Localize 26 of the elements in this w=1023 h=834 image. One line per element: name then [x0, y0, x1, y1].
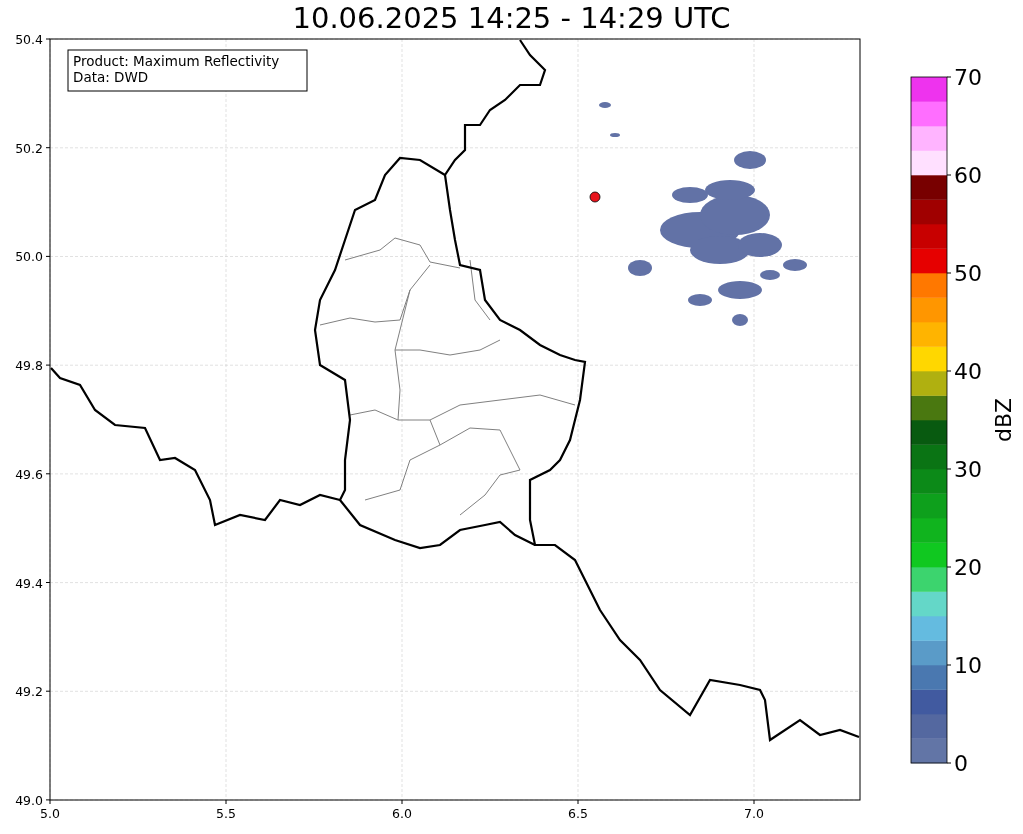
x-tick-label: 7.0: [744, 806, 764, 821]
colorbar-tick-label: 60: [954, 163, 982, 188]
info-text: Product: Maximum Reflectivity: [73, 53, 280, 69]
colorbar-tick-label: 50: [954, 261, 982, 286]
y-tick-label: 50.0: [15, 249, 43, 265]
y-tick-label: 49.6: [15, 466, 43, 482]
colorbar-tick-label: 30: [954, 457, 982, 482]
y-tick-label: 50.2: [15, 140, 43, 156]
colorbar-tick-label: 20: [954, 555, 982, 580]
y-tick-label: 49.0: [15, 792, 43, 808]
colorbar-label: dBZ: [991, 397, 1016, 443]
y-tick-label: 49.2: [15, 684, 43, 700]
colorbar-tick-label: 40: [954, 359, 982, 384]
x-tick-label: 5.0: [40, 806, 60, 821]
colorbar-tick-label: 0: [954, 751, 968, 776]
x-tick-label: 6.0: [392, 806, 412, 821]
y-tick-label: 50.4: [15, 32, 43, 47]
location-marker: [589, 191, 601, 203]
colorbar-tick-label: 70: [954, 65, 982, 90]
x-tick-label: 5.5: [216, 806, 236, 821]
info-text: Data: DWD: [73, 69, 149, 85]
x-tick-label: 6.5: [568, 806, 588, 821]
y-tick-label: 49.8: [15, 358, 43, 374]
chart-title: 10.06.2025 14:25 - 14:29 UTC: [291, 0, 732, 30]
y-tick-label: 49.4: [15, 575, 43, 591]
colorbar-tick-label: 10: [954, 653, 982, 678]
